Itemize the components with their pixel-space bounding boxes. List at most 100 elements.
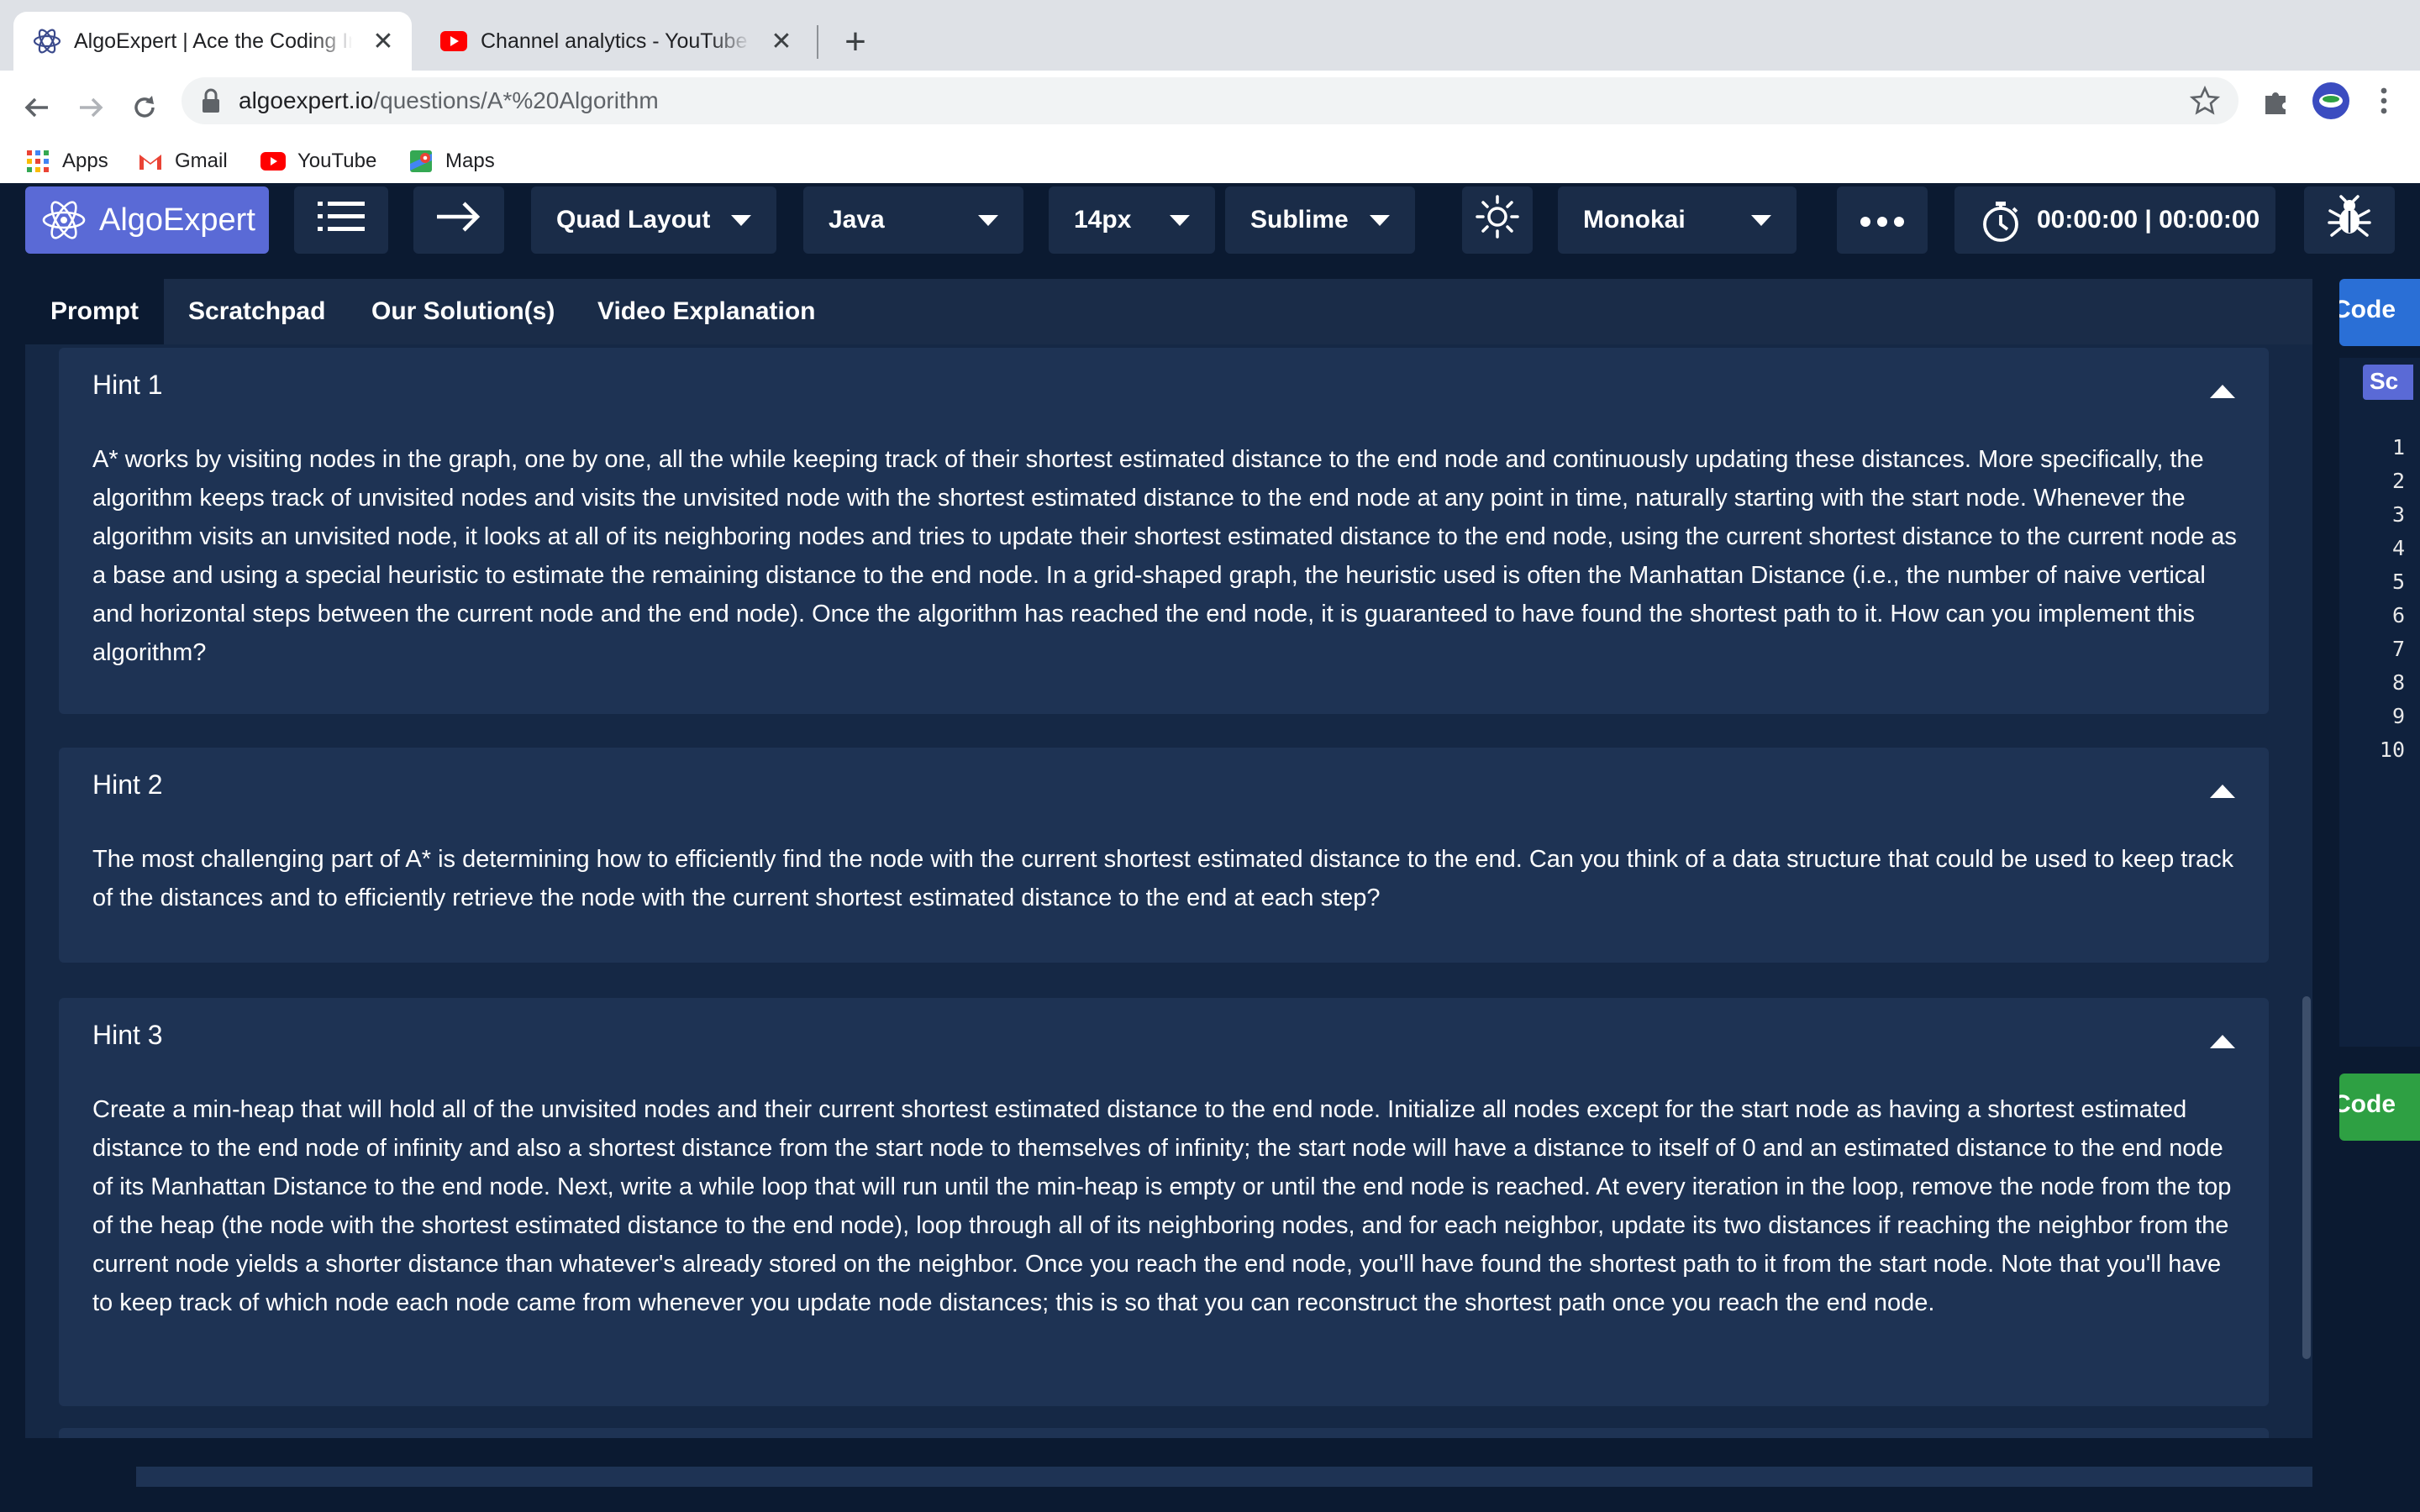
chevron-down-icon bbox=[731, 215, 751, 226]
panel-tab-bar: Prompt Scratchpad Our Solution(s) Video … bbox=[25, 279, 2312, 344]
vertical-scrollbar[interactable] bbox=[2302, 996, 2311, 1359]
stopwatch-icon bbox=[1980, 200, 2022, 250]
layout-value: Quad Layout bbox=[556, 206, 711, 234]
keymap-value: Sublime bbox=[1250, 206, 1349, 234]
line-number: 3 bbox=[2391, 502, 2405, 527]
profile-avatar-icon[interactable] bbox=[2312, 82, 2349, 119]
horizontal-scrollbar[interactable] bbox=[25, 1467, 2312, 1487]
bug-icon bbox=[2327, 194, 2372, 246]
hints-scroll-area[interactable]: Hint 1 A* works by visiting nodes in the… bbox=[25, 344, 2312, 1438]
browser-tab-youtube-studio[interactable]: Channel analytics - YouTube Studio ✕ bbox=[420, 12, 810, 71]
kebab-menu-icon[interactable] bbox=[2371, 84, 2396, 118]
bookmark-maps[interactable]: Maps bbox=[408, 146, 495, 176]
timer-button[interactable]: 00:00:00 | 00:00:00 bbox=[1954, 186, 2275, 254]
hint-body: Create a min-heap that will hold all of … bbox=[92, 1096, 2232, 1316]
back-arrow-icon[interactable] bbox=[13, 84, 60, 131]
browser-tab-algoexpert[interactable]: AlgoExpert | Ace the Coding Interviews ✕ bbox=[13, 12, 412, 71]
solution-tab[interactable]: Sc bbox=[2363, 365, 2413, 400]
bookmark-youtube[interactable]: YouTube bbox=[260, 146, 376, 176]
theme-dropdown[interactable]: Monokai bbox=[1558, 186, 1797, 254]
hint-body: The most challenging part of A* is deter… bbox=[92, 846, 2234, 911]
algoexpert-logo-button[interactable]: AlgoExpert bbox=[25, 186, 269, 254]
new-tab-plus-icon[interactable]: + bbox=[837, 21, 874, 62]
right-arrow-icon bbox=[435, 200, 482, 240]
collapse-caret-icon[interactable] bbox=[2210, 385, 2235, 398]
close-tab-icon[interactable]: ✕ bbox=[368, 26, 398, 56]
theme-value: Monokai bbox=[1583, 206, 1686, 234]
bookmark-label: Maps bbox=[445, 150, 495, 172]
gmail-icon bbox=[138, 149, 163, 174]
extensions-puzzle-icon[interactable] bbox=[2259, 84, 2292, 118]
sun-icon bbox=[1475, 194, 1520, 246]
bug-report-button[interactable] bbox=[2304, 186, 2395, 254]
bookmark-label: Gmail bbox=[175, 150, 228, 172]
chevron-down-icon bbox=[1170, 215, 1190, 226]
tab-title: Channel analytics - YouTube Studio bbox=[481, 29, 751, 53]
light-mode-toggle[interactable] bbox=[1462, 186, 1533, 254]
hint-body: A* works by visiting nodes in the graph,… bbox=[92, 446, 2237, 666]
logo-text: AlgoExpert bbox=[99, 202, 255, 238]
youtube-favicon-icon bbox=[439, 26, 469, 56]
keymap-dropdown[interactable]: Sublime bbox=[1225, 186, 1415, 254]
line-number: 2 bbox=[2391, 469, 2405, 493]
run-code-button[interactable]: Code bbox=[2339, 1074, 2420, 1141]
timer-value: 00:00:00 | 00:00:00 bbox=[2037, 206, 2260, 234]
tab-video-explanation[interactable]: Video Explanation bbox=[597, 279, 816, 344]
font-size-value: 14px bbox=[1074, 206, 1132, 234]
chevron-down-icon bbox=[1370, 215, 1390, 226]
language-dropdown[interactable]: Java bbox=[803, 186, 1023, 254]
language-value: Java bbox=[829, 206, 885, 234]
hint-card-2[interactable]: Hint 2 The most challenging part of A* i… bbox=[59, 748, 2269, 963]
bookmark-label: YouTube bbox=[297, 150, 377, 172]
list-icon bbox=[318, 198, 365, 242]
line-number: 9 bbox=[2391, 704, 2405, 728]
algoexpert-atom-icon bbox=[40, 197, 87, 250]
hint-title: Hint 1 bbox=[92, 370, 163, 400]
chevron-down-icon bbox=[1751, 215, 1771, 226]
tab-separator bbox=[817, 25, 818, 59]
tab-label: Sc bbox=[2370, 368, 2399, 394]
layout-dropdown[interactable]: Quad Layout bbox=[531, 186, 776, 254]
algoexpert-favicon-icon bbox=[32, 26, 62, 56]
close-tab-icon[interactable]: ✕ bbox=[766, 26, 797, 56]
collapse-caret-icon[interactable] bbox=[2210, 1035, 2235, 1048]
more-options-button[interactable] bbox=[1837, 186, 1928, 254]
browser-tab-strip: AlgoExpert | Ace the Coding Interviews ✕… bbox=[0, 0, 2420, 71]
maps-icon bbox=[408, 149, 434, 174]
forward-arrow-icon[interactable] bbox=[67, 84, 114, 131]
reload-icon[interactable] bbox=[121, 84, 168, 131]
url-path: /questions/A*%20Algorithm bbox=[373, 87, 659, 113]
url-text[interactable]: algoexpert.io/questions/A*%20Algorithm bbox=[239, 87, 659, 114]
chevron-down-icon bbox=[978, 215, 998, 226]
youtube-icon bbox=[260, 149, 286, 174]
bookmark-apps[interactable]: Apps bbox=[25, 146, 108, 176]
hint-title: Hint 2 bbox=[92, 769, 163, 800]
tab-scratchpad[interactable]: Scratchpad bbox=[188, 279, 325, 344]
tab-prompt[interactable]: Prompt bbox=[25, 279, 164, 344]
code-editor[interactable] bbox=[2339, 358, 2420, 1047]
your-code-tab[interactable]: Code bbox=[2339, 279, 2420, 346]
line-number: 8 bbox=[2391, 670, 2405, 695]
ellipsis-icon bbox=[1860, 206, 1905, 234]
question-list-button[interactable] bbox=[294, 186, 388, 254]
lock-icon[interactable] bbox=[198, 87, 224, 114]
tab-our-solutions[interactable]: Our Solution(s) bbox=[371, 279, 555, 344]
hint-card-4-partial[interactable] bbox=[59, 1428, 2269, 1438]
font-size-dropdown[interactable]: 14px bbox=[1049, 186, 1215, 254]
apps-grid-icon bbox=[25, 149, 50, 174]
bookmark-gmail[interactable]: Gmail bbox=[138, 146, 228, 176]
next-question-button[interactable] bbox=[413, 186, 504, 254]
line-number: 7 bbox=[2391, 637, 2405, 661]
line-number: 10 bbox=[2379, 738, 2405, 762]
collapse-caret-icon[interactable] bbox=[2210, 785, 2235, 798]
horizontal-scrollbar-thumb[interactable] bbox=[25, 1467, 136, 1487]
line-number: 5 bbox=[2391, 570, 2405, 594]
button-label: Code bbox=[2339, 1090, 2396, 1118]
line-number: 4 bbox=[2391, 536, 2405, 560]
line-number: 1 bbox=[2391, 435, 2405, 459]
hint-card-3[interactable]: Hint 3 Create a min-heap that will hold … bbox=[59, 998, 2269, 1406]
bookmark-star-icon[interactable] bbox=[2188, 84, 2222, 118]
hint-card-1[interactable]: Hint 1 A* works by visiting nodes in the… bbox=[59, 348, 2269, 714]
bookmarks-bar: Apps Gmail YouTube Maps bbox=[0, 139, 2420, 183]
hint-title: Hint 3 bbox=[92, 1020, 163, 1050]
